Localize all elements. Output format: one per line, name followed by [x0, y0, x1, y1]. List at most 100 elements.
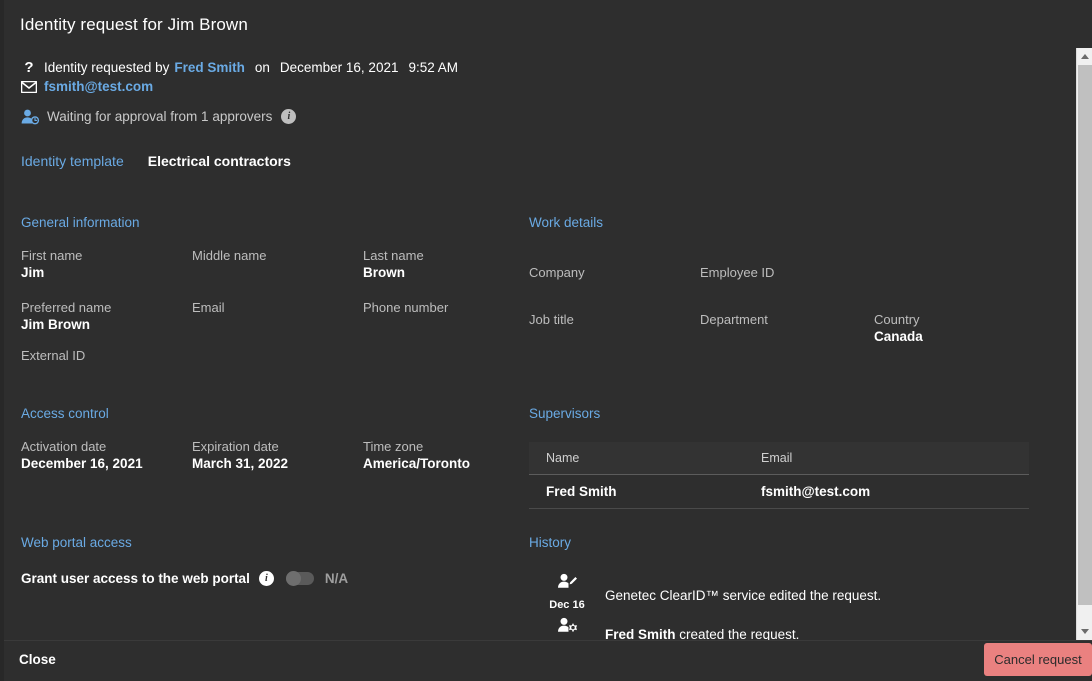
supervisors-section: Supervisors Name Email Fred Smith fsmith…	[529, 406, 1049, 509]
requested-date: December 16, 2021	[280, 60, 399, 75]
web-portal-info-icon[interactable]: i	[259, 571, 274, 586]
field-value: Canada	[874, 328, 1049, 346]
field-email: Email	[192, 299, 363, 334]
general-information-grid: First name Jim Middle name Last name Bro…	[21, 247, 521, 378]
work-details-grid: Company Employee ID Job title Department	[529, 264, 1049, 346]
field-company: Company	[529, 264, 700, 295]
field-label: Last name	[363, 247, 521, 264]
identity-template-value: Electrical contractors	[148, 153, 291, 169]
field-employee-id: Employee ID	[700, 264, 874, 295]
field-value: March 31, 2022	[192, 455, 363, 473]
field-label: Expiration date	[192, 438, 363, 455]
identity-template-label: Identity template	[21, 153, 124, 169]
scroll-up-arrow-icon[interactable]	[1077, 48, 1092, 65]
field-preferred-name: Preferred name Jim Brown	[21, 299, 192, 334]
field-last-name: Last name Brown	[363, 247, 521, 282]
access-control-section: Access control Activation date December …	[21, 406, 521, 473]
web-portal-toggle-switch[interactable]	[286, 572, 314, 585]
requested-by-line: ? Identity requested by Fred Smith on De…	[21, 59, 463, 76]
field-middle-name: Middle name	[192, 247, 363, 282]
field-department: Department	[700, 311, 874, 346]
general-information-section: General information First name Jim Middl…	[21, 215, 521, 378]
table-row[interactable]: Fred Smith fsmith@test.com	[529, 475, 1029, 509]
field-label: External ID	[21, 347, 192, 364]
field-value: December 16, 2021	[21, 455, 192, 473]
field-external-id: External ID	[21, 347, 192, 378]
web-portal-toggle-state: N/A	[325, 571, 348, 586]
person-gear-icon	[556, 617, 578, 640]
field-label: Email	[192, 299, 363, 316]
field-first-name: First name Jim	[21, 247, 192, 282]
scroll-down-arrow-icon[interactable]	[1077, 623, 1092, 640]
dialog-footer: Close Cancel request	[4, 640, 1092, 681]
field-label: Time zone	[363, 438, 521, 455]
access-control-grid: Activation date December 16, 2021 Expira…	[21, 438, 521, 473]
history-section: History Dec 16 Gene	[529, 535, 1049, 640]
field-label: Country	[874, 311, 1049, 328]
history-entry-icon-column: Dec 16	[529, 571, 605, 611]
field-label: Employee ID	[700, 264, 874, 281]
field-label: Activation date	[21, 438, 192, 455]
requester-email-line: fsmith@test.com	[21, 78, 158, 95]
person-edit-icon	[556, 573, 578, 596]
column-header-name[interactable]: Name	[529, 442, 744, 475]
history-list: Dec 16 Genetec ClearID™ service edited t…	[529, 571, 1049, 640]
field-label: Preferred name	[21, 299, 192, 316]
question-mark-icon: ?	[21, 59, 37, 76]
field-label: Company	[529, 264, 700, 281]
field-value: Brown	[363, 264, 521, 282]
history-entry-text: Genetec ClearID™ service edited the requ…	[605, 571, 881, 603]
identity-template-row: Identity template Electrical contractors	[21, 153, 291, 169]
field-expiration-date: Expiration date March 31, 2022	[192, 438, 363, 473]
close-button[interactable]: Close	[19, 652, 56, 667]
field-job-title: Job title	[529, 311, 700, 346]
approval-status-line: Waiting for approval from 1 approvers i	[21, 108, 296, 125]
approval-info-icon[interactable]: i	[281, 109, 296, 124]
vertical-scrollbar[interactable]	[1076, 48, 1092, 640]
field-time-zone: Time zone America/Toronto	[363, 438, 521, 473]
cancel-request-button[interactable]: Cancel request	[984, 643, 1092, 676]
person-clock-icon	[21, 108, 40, 125]
field-work-spacer	[874, 264, 1049, 295]
web-portal-toggle-label: Grant user access to the web portal	[21, 571, 250, 586]
field-label: Phone number	[363, 299, 521, 316]
history-entry-action: edited the request.	[766, 588, 882, 603]
work-details-title: Work details	[529, 215, 1049, 230]
field-label: Middle name	[192, 247, 363, 264]
requested-by-label: Identity requested by	[44, 60, 169, 75]
requester-email-link[interactable]: fsmith@test.com	[44, 79, 153, 94]
identity-request-dialog: Identity request for Jim Brown ? Identit…	[0, 0, 1092, 681]
requested-time: 9:52 AM	[408, 60, 458, 75]
requester-name-link[interactable]: Fred Smith	[174, 60, 245, 75]
general-information-title: General information	[21, 215, 521, 230]
history-entry: Dec 16 Genetec ClearID™ service edited t…	[529, 571, 1049, 615]
cell-supervisor-name: Fred Smith	[529, 475, 744, 509]
history-entry-icon-column	[529, 615, 605, 640]
work-details-section: Work details Company Employee ID Job tit…	[529, 215, 1049, 346]
history-title: History	[529, 535, 1049, 550]
scrollbar-thumb[interactable]	[1078, 65, 1092, 605]
field-value: Jim	[21, 264, 192, 282]
toggle-knob	[286, 571, 301, 586]
field-phone-number: Phone number	[363, 299, 521, 334]
history-entry-actor: Fred Smith	[605, 627, 676, 640]
page-title: Identity request for Jim Brown	[20, 15, 248, 35]
field-label: Department	[700, 311, 874, 328]
on-label: on	[255, 60, 270, 75]
table-header-row: Name Email	[529, 442, 1029, 475]
approval-status-text: Waiting for approval from 1 approvers	[47, 109, 272, 124]
field-label: First name	[21, 247, 192, 264]
dialog-scroll-area: Identity request for Jim Brown ? Identit…	[4, 0, 1076, 640]
field-activation-date: Activation date December 16, 2021	[21, 438, 192, 473]
supervisors-title: Supervisors	[529, 406, 1049, 421]
field-value: America/Toronto	[363, 455, 521, 473]
history-entry-date: Dec 16	[549, 599, 584, 611]
web-portal-toggle-row: Grant user access to the web portal i N/…	[21, 571, 521, 586]
history-entry-text: Fred Smith created the request.	[605, 615, 799, 640]
column-header-email[interactable]: Email	[744, 442, 1029, 475]
field-country: Country Canada	[874, 311, 1049, 346]
envelope-icon	[21, 78, 37, 95]
web-portal-access-title: Web portal access	[21, 535, 521, 550]
history-entry-action: created the request.	[676, 627, 800, 640]
supervisors-table: Name Email Fred Smith fsmith@test.com	[529, 442, 1029, 509]
